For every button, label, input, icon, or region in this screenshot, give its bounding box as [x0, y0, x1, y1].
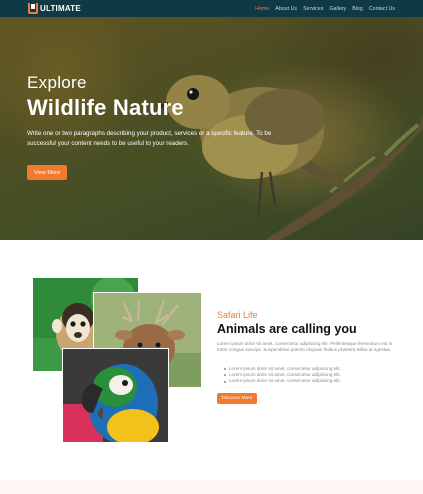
feature-list: Lorem ipsum dolor sit amet, consectetur …	[224, 366, 394, 385]
parrot-photo	[62, 348, 169, 443]
navbar: ULTIMATE Home About Us Services Gallery …	[0, 0, 423, 17]
list-item: Lorem ipsum dolor sit amet, consectetur …	[224, 378, 394, 384]
hero-title: Wildlife Nature	[27, 95, 184, 120]
nav-item-contact-us[interactable]: Contact Us	[369, 6, 395, 12]
nav-item-blog[interactable]: Blog	[352, 6, 363, 12]
nav-item-gallery[interactable]: Gallery	[329, 6, 346, 12]
section-eyebrow: Safari Life	[217, 310, 258, 320]
nav-item-home[interactable]: Home	[255, 6, 269, 12]
logo-icon	[28, 3, 38, 14]
section-paragraph: Lorem ipsum dolor sit amet, consectetur …	[217, 341, 393, 353]
hero-section: Explore Wildlife Nature Write one or two…	[0, 17, 423, 240]
footer-band	[0, 480, 423, 494]
hero-description: Write one or two paragraphs describing y…	[27, 130, 272, 147]
nav-item-services[interactable]: Services	[303, 6, 323, 12]
view-more-button[interactable]: View More	[27, 165, 67, 180]
discover-more-button[interactable]: Discover More	[217, 393, 257, 404]
section-title: Animals are calling you	[217, 322, 357, 336]
nav-item-about-us[interactable]: About Us	[275, 6, 297, 12]
hero-eyebrow: Explore	[27, 73, 87, 92]
brand-name: ULTIMATE	[40, 4, 81, 13]
brand[interactable]: ULTIMATE	[28, 3, 81, 14]
main-nav: Home About Us Services Gallery Blog Cont…	[255, 6, 395, 12]
